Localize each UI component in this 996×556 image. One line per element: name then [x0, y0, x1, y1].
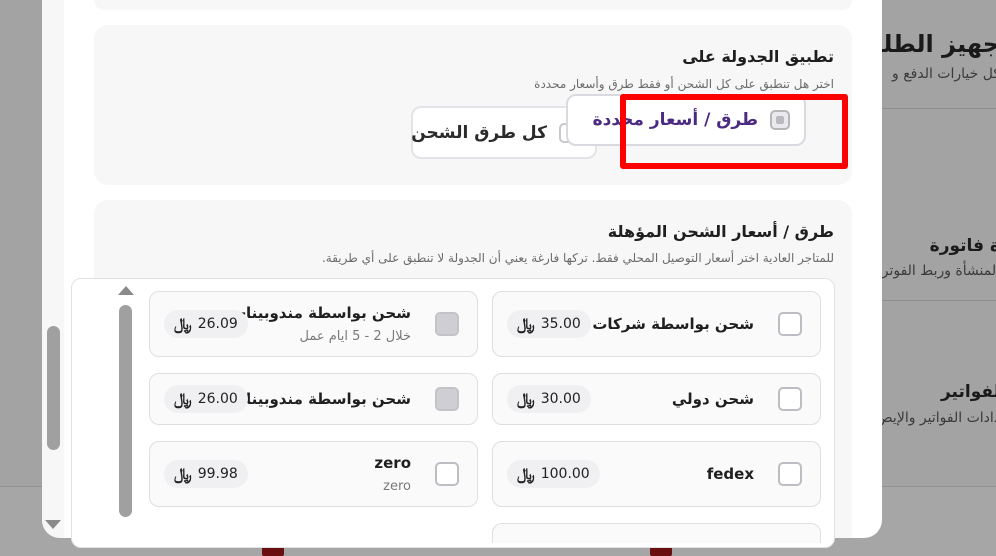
method-name: fedex — [706, 465, 754, 483]
riyal-sign-icon: ﷼ — [517, 389, 535, 408]
methods-section-description: للمتاجر العادية اختر أسعار التوصيل المحل… — [321, 251, 834, 265]
list-scroll-thumb[interactable] — [119, 305, 132, 517]
specific-methods-label: طرق / أسعار محددة — [592, 110, 758, 130]
price-badge: ﷼ 26.09 — [164, 310, 248, 338]
background-heading-2: ة فاتورة — [929, 236, 996, 256]
price-value: 26.09 — [197, 316, 238, 332]
price-badge: ﷼ 26.00 — [164, 385, 248, 413]
method-card[interactable]: fedex ﷼ 100.00 — [492, 441, 821, 507]
specific-methods-option[interactable]: طرق / أسعار محددة — [557, 80, 839, 160]
method-checkbox[interactable] — [778, 462, 802, 486]
method-card[interactable]: zero zero ﷼ 99.98 — [149, 441, 478, 507]
riyal-sign-icon: ﷼ — [517, 314, 535, 333]
method-name: zero — [374, 454, 411, 472]
apply-section-title: تطبيق الجدولة على — [682, 47, 834, 66]
specific-methods-checkbox[interactable] — [770, 110, 790, 130]
price-value: 30.00 — [540, 391, 581, 407]
riyal-sign-icon: ﷼ — [174, 389, 192, 408]
method-subtitle: zero — [383, 479, 411, 494]
method-name: شحن بواسطة مندوبينا ... — [223, 390, 411, 408]
method-subtitle: خلال 2 - 5 ايام عمل — [299, 329, 411, 344]
scroll-up-arrow-icon[interactable] — [118, 286, 134, 295]
price-badge: ﷼ 100.00 — [507, 460, 600, 488]
price-value: 35.00 — [540, 316, 581, 332]
price-badge: ﷼ 30.00 — [507, 385, 591, 413]
price-value: 26.00 — [197, 391, 238, 407]
method-card-partial[interactable] — [492, 523, 821, 543]
method-card[interactable]: شحن بواسطة شركات ال... ﷼ 35.00 — [492, 291, 821, 357]
riyal-sign-icon: ﷼ — [174, 314, 192, 333]
price-badge: ﷼ 99.98 — [164, 460, 248, 488]
method-checkbox[interactable] — [778, 312, 802, 336]
method-checkbox[interactable] — [435, 312, 459, 336]
method-name: شحن بواسطة مندوبينا-... — [222, 304, 411, 322]
background-subtitle: كل خيارات الدفع و — [891, 66, 996, 82]
background-divider-2 — [880, 300, 996, 301]
previous-section — [94, 0, 852, 10]
methods-section-title: طرق / أسعار الشحن المؤهلة — [607, 222, 834, 241]
background-subtitle-2: المنشأة وربط الفوتر — [881, 263, 996, 279]
price-badge: ﷼ 35.00 — [507, 310, 591, 338]
method-checkbox[interactable] — [778, 387, 802, 411]
riyal-sign-icon: ﷼ — [174, 464, 192, 483]
method-checkbox[interactable] — [435, 387, 459, 411]
modal-scrollbar[interactable] — [42, 0, 64, 538]
background-heading-3: لفواتير — [940, 382, 996, 402]
riyal-sign-icon: ﷼ — [517, 464, 535, 483]
modal-scroll-thumb[interactable] — [47, 326, 60, 450]
method-card[interactable]: شحن دولي ﷼ 30.00 — [492, 373, 821, 425]
method-name: شحن دولي — [671, 390, 754, 408]
background-subtitle-3: دادات الفواتير والإيص — [875, 410, 996, 426]
scroll-down-arrow-icon[interactable] — [45, 520, 61, 529]
price-value: 99.98 — [197, 466, 238, 482]
method-card[interactable]: شحن بواسطة مندوبينا ... ﷼ 26.00 — [149, 373, 478, 425]
all-methods-label: كل طرق الشحن — [411, 122, 547, 143]
method-card[interactable]: شحن بواسطة مندوبينا-... خلال 2 - 5 ايام … — [149, 291, 478, 357]
price-value: 100.00 — [540, 466, 590, 482]
background-divider — [880, 108, 996, 109]
method-checkbox[interactable] — [435, 462, 459, 486]
